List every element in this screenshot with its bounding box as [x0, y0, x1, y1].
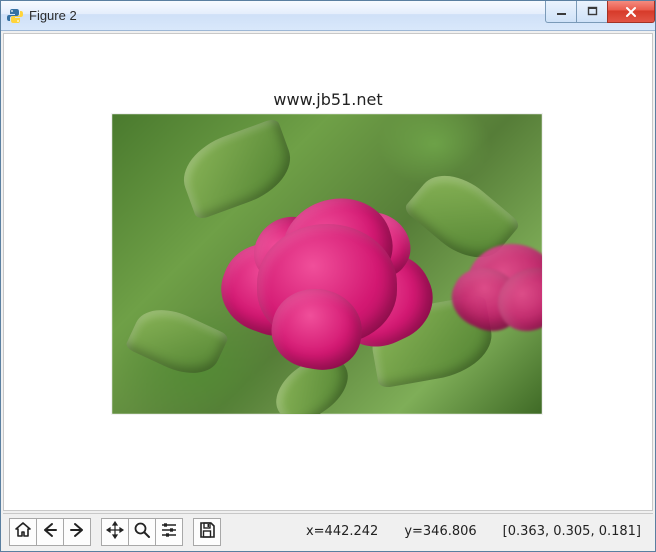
magnifier-icon — [133, 521, 151, 542]
navigation-toolbar: x=442.242 y=346.806 [0.363, 0.305, 0.181… — [3, 513, 653, 549]
minimize-button[interactable] — [545, 1, 577, 23]
python-tk-icon — [7, 8, 23, 24]
maximize-button[interactable] — [576, 1, 608, 23]
plot-image — [112, 114, 542, 414]
save-button[interactable] — [193, 518, 221, 546]
arrow-left-icon — [41, 521, 59, 542]
figure-window: Figure 2 www.jb51.net — [0, 0, 656, 552]
titlebar[interactable]: Figure 2 — [1, 1, 655, 31]
status-rgb: [0.363, 0.305, 0.181] — [503, 524, 641, 539]
status-y: y=346.806 — [404, 524, 476, 539]
plot-title: www.jb51.net — [4, 90, 652, 109]
pan-button[interactable] — [101, 518, 129, 546]
configure-subplots-button[interactable] — [155, 518, 183, 546]
status-x: x=442.242 — [306, 524, 378, 539]
forward-button[interactable] — [63, 518, 91, 546]
save-icon — [198, 521, 216, 542]
move-icon — [106, 521, 124, 542]
zoom-button[interactable] — [128, 518, 156, 546]
back-button[interactable] — [36, 518, 64, 546]
cursor-status: x=442.242 y=346.806 [0.363, 0.305, 0.181… — [306, 524, 647, 539]
home-button[interactable] — [9, 518, 37, 546]
figure-canvas[interactable]: www.jb51.net — [3, 33, 653, 511]
home-icon — [14, 521, 32, 542]
sliders-icon — [160, 521, 178, 542]
window-title: Figure 2 — [29, 8, 77, 23]
close-button[interactable] — [607, 1, 655, 23]
window-controls — [546, 1, 655, 23]
arrow-right-icon — [68, 521, 86, 542]
